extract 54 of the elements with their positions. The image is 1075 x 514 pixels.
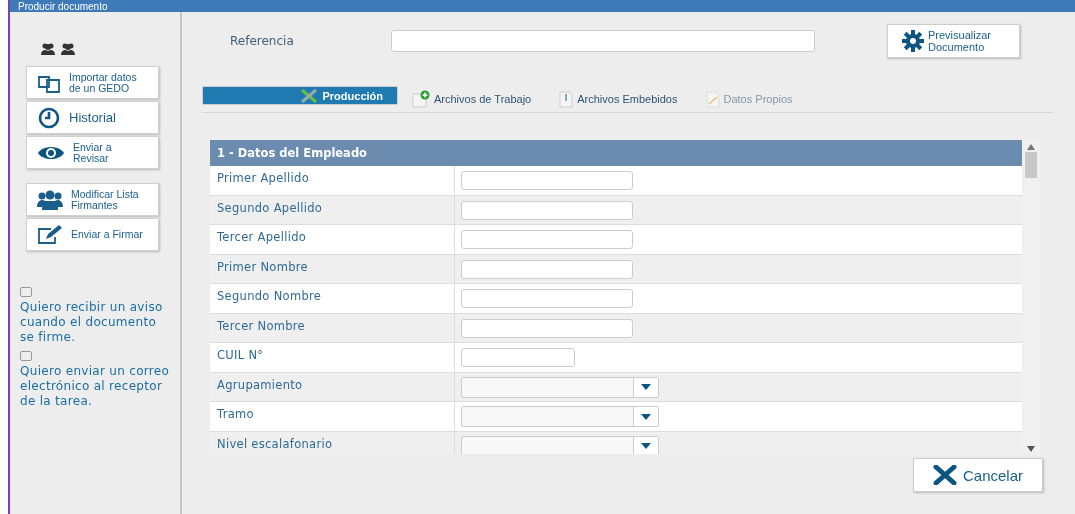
field-label: Tercer Apellido xyxy=(210,225,455,254)
caret-icon xyxy=(641,443,651,449)
clock-icon xyxy=(37,106,61,129)
field-label: Agrupamiento xyxy=(210,372,455,401)
tab[interactable]: Archivos Embebidos xyxy=(545,86,692,112)
checkbox[interactable] xyxy=(20,287,32,297)
dropdown[interactable] xyxy=(461,376,659,398)
input-field[interactable] xyxy=(461,289,633,308)
dropdown[interactable] xyxy=(461,406,659,427)
action-button[interactable]: Enviar a Revisar xyxy=(26,136,159,169)
field-label: CUIL N° xyxy=(210,343,455,372)
section-header: 1 - Datos del Empleado xyxy=(210,140,1022,166)
option-label: Quiero enviar un correo electrónico al receptor de la tarea. xyxy=(20,364,170,409)
input-field[interactable] xyxy=(461,200,633,220)
field-label: Tramo xyxy=(210,402,455,431)
close-icon xyxy=(933,465,957,485)
caret-icon xyxy=(641,384,651,390)
tools-icon xyxy=(300,87,319,104)
eye-icon xyxy=(37,144,65,161)
field-label: Segundo Apellido xyxy=(210,195,455,224)
action-button[interactable]: Modificar Lista Firmantes xyxy=(26,183,159,216)
file-add-icon xyxy=(412,90,430,108)
caret-icon xyxy=(641,413,651,420)
gear-icon xyxy=(902,30,924,52)
scroll-down-icon[interactable] xyxy=(1027,446,1035,452)
input-field[interactable] xyxy=(461,259,633,279)
field-label: Primer Nombre xyxy=(210,254,455,283)
action-button[interactable]: Importar datos de un GEDO xyxy=(26,66,159,99)
file-edit-icon xyxy=(705,90,720,108)
scrollbar-thumb[interactable] xyxy=(1025,152,1037,178)
input-field[interactable] xyxy=(461,230,633,249)
field-label: Tercer Nombre xyxy=(210,313,455,342)
dropdown[interactable] xyxy=(461,435,659,454)
field-label: Nivel escalafonario xyxy=(210,431,455,454)
action-button[interactable]: Enviar a Firmar xyxy=(26,218,159,251)
field-label: Primer Apellido xyxy=(210,166,455,195)
checkbox[interactable] xyxy=(20,351,32,361)
field-label: Segundo Nombre xyxy=(210,284,455,313)
users-icon xyxy=(37,189,63,210)
input-field[interactable] xyxy=(461,348,575,367)
edit-icon xyxy=(37,224,63,245)
tab[interactable]: Archivos de Trabajo xyxy=(398,86,546,112)
field-label: Referencia xyxy=(229,34,295,48)
preview-button[interactable]: Previsualizar Documento xyxy=(887,24,1020,58)
window-title: Producir documento xyxy=(17,1,108,12)
input-field[interactable] xyxy=(461,171,633,190)
cancel-button[interactable]: Cancelar xyxy=(913,458,1043,492)
action-button[interactable]: Historial xyxy=(26,101,159,134)
file-clip-icon xyxy=(559,90,574,108)
option-label: Quiero recibir un aviso cuando el documento se firme. xyxy=(20,300,164,345)
scroll-up-icon[interactable] xyxy=(1027,144,1035,150)
tab[interactable]: Producción xyxy=(202,86,398,105)
input-field[interactable] xyxy=(461,318,633,338)
input-field[interactable] xyxy=(391,30,815,52)
